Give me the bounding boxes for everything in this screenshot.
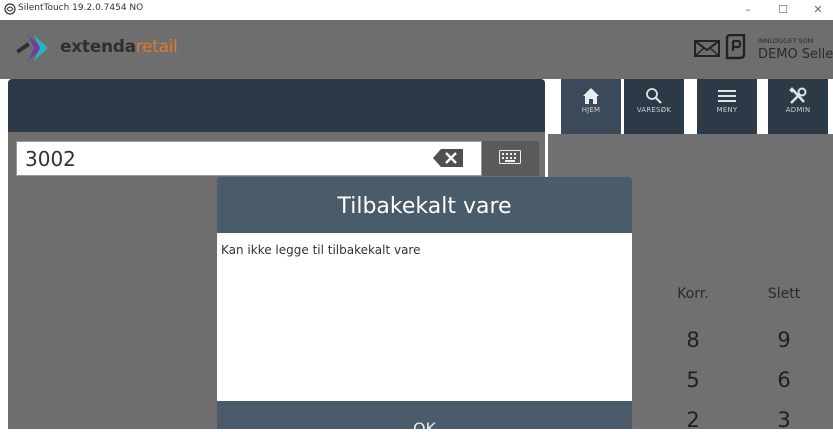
keyboard-button[interactable] (482, 141, 539, 176)
nav-home-label: HJEM (581, 106, 601, 114)
home-icon (583, 88, 599, 104)
document-icon[interactable] (724, 34, 748, 60)
nav-item-menu[interactable]: MENY (697, 79, 757, 134)
delete-button[interactable]: Slett (759, 286, 809, 302)
nav-home[interactable]: HJEM (561, 79, 621, 134)
correction-button[interactable]: Korr. (668, 286, 718, 302)
app-icon (4, 3, 16, 15)
mail-icon[interactable] (694, 38, 720, 58)
article-input[interactable]: 3002 (16, 141, 482, 176)
key-8[interactable]: 8 (668, 328, 718, 352)
key-5[interactable]: 5 (668, 368, 718, 392)
ok-button-label: OK (412, 419, 437, 429)
backspace-icon[interactable] (432, 146, 466, 170)
close-button[interactable]: ✕ (803, 1, 833, 19)
window-title: SilentTouch 19.2.0.7454 NO (18, 3, 144, 13)
key-2[interactable]: 2 (668, 408, 718, 432)
nav-admin-label: ADMIN (785, 106, 811, 114)
modal-title: Tilbakekalt vare (217, 177, 632, 233)
extenda-logo-icon (16, 35, 48, 61)
ok-button[interactable]: OK (217, 401, 632, 429)
nav-item-search[interactable]: VARESØK (624, 79, 684, 134)
logged-in-user: DEMO Seller (758, 47, 833, 62)
nav-search-label: VARESØK (636, 106, 672, 114)
keyboard-icon (499, 150, 521, 164)
menu-icon (718, 90, 736, 102)
minimize-button[interactable]: – (733, 1, 763, 19)
modal-message: Kan ikke legge til tilbakekalt vare (217, 233, 632, 401)
key-3[interactable]: 3 (759, 408, 809, 432)
maximize-button[interactable]: ☐ (768, 1, 798, 19)
tools-icon (789, 87, 807, 104)
nav-menu-label: MENY (716, 106, 738, 114)
key-9[interactable]: 9 (759, 328, 809, 352)
key-6[interactable]: 6 (759, 368, 809, 392)
logged-in-label: INNLOGGET SOM (758, 37, 814, 45)
receipt-header-band (8, 79, 545, 132)
extenda-retail-logo: extendaretail (60, 37, 178, 57)
search-icon (646, 88, 662, 104)
nav-item-admin[interactable]: ADMIN (768, 79, 828, 134)
